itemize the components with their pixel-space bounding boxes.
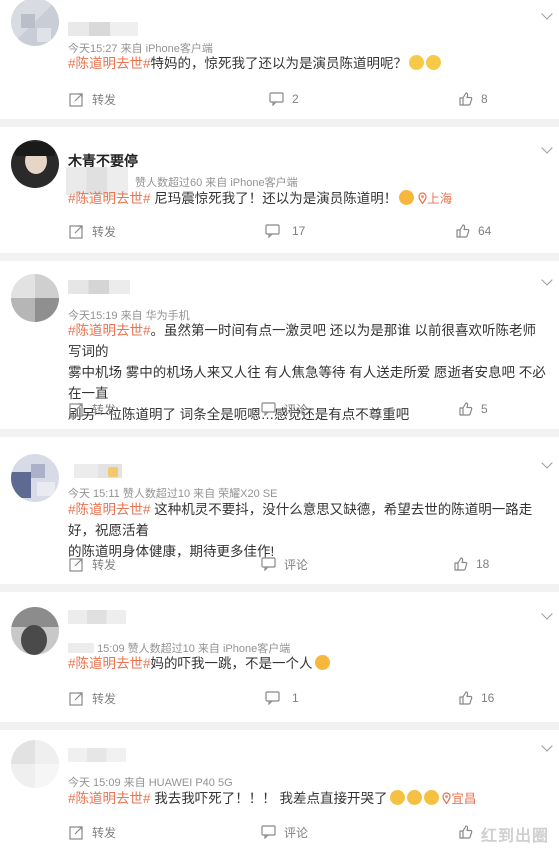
like-button[interactable]: 5 (459, 399, 488, 419)
post-card: 15:09 赞人数超过10 来自 iPhone客户端 #陈道明去世#妈的吓我一跳… (0, 592, 559, 722)
thumbs-up-icon (459, 92, 473, 106)
post-card: 今天 15:09 来自 HUAWEI P40 5G #陈道明去世# 我去我吓死了… (0, 730, 559, 854)
avatar[interactable] (11, 274, 59, 322)
comment-button[interactable]: 17 (265, 221, 305, 241)
chevron-down-icon[interactable] (541, 274, 553, 286)
comment-button[interactable]: 评论 (261, 554, 308, 574)
comment-icon (261, 557, 276, 571)
chevron-down-icon[interactable] (541, 142, 553, 154)
hashtag-link[interactable]: #陈道明去世# (68, 191, 151, 206)
post-text: #陈道明去世#妈的吓我一跳，不是一个人 (68, 653, 547, 674)
wow-emoji (409, 55, 425, 70)
share-icon (69, 825, 83, 840)
post-card: 今天15:27 来自 iPhone客户端 #陈道明去世#特妈的，惊死我了还以为是… (0, 0, 559, 119)
thumbs-up-icon (459, 691, 473, 705)
like-button[interactable] (459, 822, 473, 842)
thumbs-up-icon (459, 402, 473, 416)
share-icon (69, 691, 83, 706)
repost-button[interactable]: 转发 (69, 221, 116, 241)
laugh-emoji (314, 655, 330, 670)
comment-button[interactable]: 2 (269, 89, 299, 109)
chevron-down-icon[interactable] (541, 8, 553, 20)
comment-button[interactable]: 评论 (261, 399, 308, 419)
post-text: #陈道明去世# 尼玛震惊死我了！还以为是演员陈道明！ 上海 (68, 190, 453, 206)
avatar[interactable] (11, 607, 59, 655)
laugh-cry-emoji (399, 190, 415, 205)
comment-icon (265, 691, 280, 705)
comment-icon (269, 92, 284, 106)
thumbs-up-icon (459, 825, 473, 839)
username-blurred[interactable] (68, 610, 126, 624)
comment-icon (265, 224, 280, 238)
location-pin-icon (442, 792, 451, 805)
post-card: 今天 15:11 赞人数超过10 来自 荣耀X20 SE #陈道明去世# 这种机… (0, 437, 559, 584)
avatar[interactable] (11, 140, 59, 188)
wow-emoji (426, 55, 442, 70)
comment-button[interactable]: 1 (265, 688, 299, 708)
post-actions: 转发 17 64 (0, 221, 559, 241)
share-icon (69, 557, 83, 572)
hashtag-link[interactable]: #陈道明去世# (68, 502, 151, 517)
like-count: 5 (481, 402, 488, 416)
username-blurred[interactable] (68, 280, 130, 294)
like-button[interactable]: 18 (454, 554, 489, 574)
cry-emoji (389, 790, 405, 805)
hashtag-link[interactable]: #陈道明去世# (68, 656, 151, 671)
repost-button[interactable]: 转发 (69, 89, 116, 109)
cry-emoji (406, 790, 422, 805)
avatar[interactable] (11, 454, 59, 502)
avatar[interactable] (11, 0, 59, 46)
post-actions: 转发 1 16 (0, 688, 559, 708)
like-count: 16 (481, 691, 495, 705)
comment-count: 17 (292, 224, 306, 238)
avatar[interactable] (11, 740, 59, 788)
post-text: #陈道明去世# 我去我吓死了！！！ 我差点直接开哭了 宜昌 (68, 790, 477, 806)
share-icon (69, 224, 83, 239)
username-blurred[interactable] (68, 748, 126, 762)
like-button[interactable]: 8 (459, 89, 488, 109)
location-pin-icon (418, 192, 427, 205)
repost-button[interactable]: 转发 (69, 399, 116, 419)
location-tag[interactable]: 宜昌 (442, 792, 476, 806)
watermark: 红到出圈 (480, 828, 549, 845)
cry-emoji (423, 790, 439, 805)
level-badge (108, 467, 118, 477)
hashtag-link[interactable]: #陈道明去世# (68, 791, 151, 806)
repost-button[interactable]: 转发 (69, 688, 116, 708)
like-count: 8 (481, 92, 488, 106)
comment-button[interactable]: 评论 (261, 822, 308, 842)
like-count: 64 (478, 224, 492, 238)
post-actions: 转发 评论 18 (0, 554, 559, 574)
comment-count: 2 (292, 92, 299, 106)
comment-count: 1 (292, 691, 299, 705)
like-count: 18 (476, 557, 490, 571)
comment-icon (261, 825, 276, 839)
post-actions: 转发 评论 (0, 822, 559, 842)
repost-button[interactable]: 转发 (69, 554, 116, 574)
hashtag-link[interactable]: #陈道明去世# (68, 323, 151, 338)
chevron-down-icon[interactable] (541, 457, 553, 469)
share-icon (69, 402, 83, 417)
username-blurred[interactable] (68, 22, 138, 36)
chevron-down-icon[interactable] (541, 740, 553, 752)
post-actions: 转发 2 8 (0, 89, 559, 109)
hashtag-link[interactable]: #陈道明去世# (68, 56, 151, 71)
post-card: 今天15:19 来自 华为手机 #陈道明去世#。虽然第一时间有点一激灵吧 还以为… (0, 261, 559, 429)
location-tag[interactable]: 上海 (418, 192, 452, 206)
like-button[interactable]: 16 (459, 688, 494, 708)
share-icon (69, 92, 83, 107)
chevron-down-icon[interactable] (541, 608, 553, 620)
post-text: #陈道明去世# 这种机灵不要抖，没什么意思又缺德，希望去世的陈道明一路走好，祝愿… (68, 502, 533, 559)
comment-icon (261, 402, 276, 416)
post-text: #陈道明去世#特妈的，惊死我了还以为是演员陈道明呢？ (68, 53, 547, 74)
like-button[interactable]: 64 (456, 221, 491, 241)
post-card: 木青不要停 赞人数超过60 来自 iPhone客户端 #陈道明去世# 尼玛震惊死… (0, 127, 559, 253)
repost-button[interactable]: 转发 (69, 822, 116, 842)
post-actions: 转发 评论 5 (0, 399, 559, 419)
thumbs-up-icon (454, 557, 468, 571)
thumbs-up-icon (456, 224, 470, 238)
